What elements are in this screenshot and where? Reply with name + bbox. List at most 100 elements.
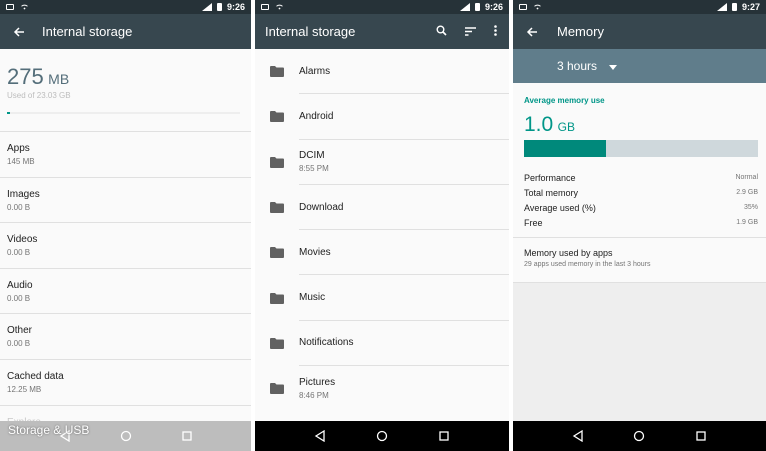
image-icon [6, 4, 14, 10]
storage-category-item[interactable]: Audio 0.00 B [0, 267, 251, 314]
period-selector[interactable]: 3 hours [513, 49, 766, 83]
dropdown-arrow-icon [609, 57, 618, 75]
battery-icon [474, 3, 480, 11]
stat-value: 2.9 GB [736, 189, 758, 196]
stat-key: Average used (%) [524, 202, 596, 213]
back-triangle-icon[interactable] [310, 426, 330, 446]
used-amount: 275 MB [7, 64, 69, 90]
status-bar: 9:27 [513, 0, 766, 14]
folder-modified: 8:55 PM [299, 164, 329, 174]
recents-square-icon[interactable] [177, 426, 197, 446]
category-size: 145 MB [7, 157, 35, 166]
folder-icon [255, 66, 299, 78]
category-title: Cached data [7, 370, 64, 382]
apps-title: Memory used by apps [524, 248, 613, 258]
folder-item[interactable]: Pictures 8:46 PM [255, 366, 509, 411]
category-size: 0.00 B [7, 202, 31, 212]
screenshot-caption: Storage & USB [8, 423, 90, 437]
stat-key: Free [524, 217, 543, 228]
storage-category-item[interactable]: Other 0.00 B [0, 313, 251, 359]
folder-item[interactable]: Download [255, 185, 509, 231]
wifi-icon [276, 4, 283, 10]
toolbar: Internal storage [255, 14, 509, 49]
folder-item[interactable]: Music [255, 275, 509, 321]
storage-progress-fill [7, 112, 10, 114]
wifi-icon [21, 4, 28, 10]
memory-stats: Performance Normal Total memory 2.9 GB Avera… [524, 170, 758, 230]
storage-category-item[interactable]: Videos 0.00 B [0, 222, 251, 268]
category-title: Audio [7, 279, 33, 291]
category-title: Apps [7, 143, 30, 154]
nav-bar [513, 421, 766, 451]
folder-icon [255, 383, 299, 395]
folder-name: Pictures [299, 377, 336, 389]
folder-name: Movies [299, 246, 331, 258]
status-time: 9:27 [741, 2, 760, 12]
recents-square-icon[interactable] [434, 426, 454, 446]
category-size: 0.00 B [7, 339, 31, 349]
folder-item[interactable]: DCIM 8:55 PM [255, 140, 509, 185]
apps-subtitle: 29 apps used memory in the last 3 hours [524, 261, 651, 268]
folder-name: Music [299, 292, 326, 304]
signal-icon [201, 3, 212, 11]
status-bar: 9:26 [0, 0, 251, 14]
stat-value: Normal [735, 174, 758, 181]
memory-usage-fill [524, 140, 606, 157]
folder-icon [255, 111, 299, 123]
folder-name: Android [299, 110, 334, 122]
recents-square-icon[interactable] [691, 426, 711, 446]
period-value: 3 hours [557, 59, 598, 73]
category-title: Images [7, 188, 40, 200]
folder-icon [255, 156, 299, 168]
stat-row: Total memory 2.9 GB [524, 185, 758, 200]
memory-used-by-apps[interactable]: Memory used by apps 29 apps used memory … [513, 237, 766, 283]
page-title: Internal storage [42, 24, 133, 39]
folder-item[interactable]: Movies [255, 230, 509, 276]
storage-category-list: Apps 145 MB Images 0.00 B Videos 0.00 B Audio 0… [0, 131, 251, 450]
stat-value: 1.9 GB [736, 219, 758, 226]
stat-row: Average used (%) 35% [524, 200, 758, 215]
storage-summary: 275 MB Used of 23.03 GB [0, 49, 251, 131]
folder-item[interactable]: Android [255, 94, 509, 140]
used-unit: MB [48, 71, 70, 87]
toolbar: Memory [513, 14, 766, 49]
stat-value: 35% [743, 204, 758, 211]
storage-category-item[interactable]: Apps 145 MB [0, 131, 251, 177]
sort-icon[interactable] [465, 23, 476, 41]
category-size: 0.00 B [7, 293, 31, 303]
avg-value: 1.0 [524, 113, 554, 136]
empty-area [513, 283, 766, 421]
back-arrow-icon[interactable] [4, 26, 34, 38]
category-title: Other [7, 325, 33, 337]
home-circle-icon[interactable] [116, 426, 136, 446]
status-time: 9:26 [226, 2, 245, 12]
image-icon [261, 4, 269, 10]
back-arrow-icon[interactable] [517, 26, 547, 38]
search-icon[interactable] [436, 23, 447, 41]
folder-name: Alarms [299, 65, 331, 77]
more-vert-icon[interactable] [494, 23, 497, 41]
folder-icon [255, 247, 299, 259]
toolbar: Internal storage [0, 14, 251, 49]
memory-usage-bar [524, 140, 758, 157]
folder-name: Download [299, 201, 344, 213]
folder-icon [255, 337, 299, 349]
folder-item[interactable]: Alarms [255, 49, 509, 95]
folder-name: DCIM [299, 150, 325, 162]
memory-screen: 9:27 Memory 3 hours Average memory use 1… [513, 0, 766, 451]
back-triangle-icon[interactable] [568, 426, 588, 446]
storage-progress-bar [7, 112, 240, 114]
home-circle-icon[interactable] [372, 426, 392, 446]
nav-bar [255, 421, 509, 451]
home-circle-icon[interactable] [629, 426, 649, 446]
storage-category-item[interactable]: Cached data 12.25 MB [0, 358, 251, 405]
average-memory-label: Average memory use [524, 96, 605, 105]
folder-item[interactable]: Notifications [255, 321, 509, 367]
storage-screen: 9:26 Internal storage 275 MB Used of 23.… [0, 0, 251, 451]
battery-icon [731, 3, 737, 11]
stat-row: Free 1.9 GB [524, 215, 758, 230]
storage-category-item[interactable]: Images 0.00 B [0, 176, 251, 223]
category-title: Videos [7, 234, 38, 246]
wifi-icon [534, 4, 541, 10]
folder-modified: 8:46 PM [299, 391, 329, 401]
